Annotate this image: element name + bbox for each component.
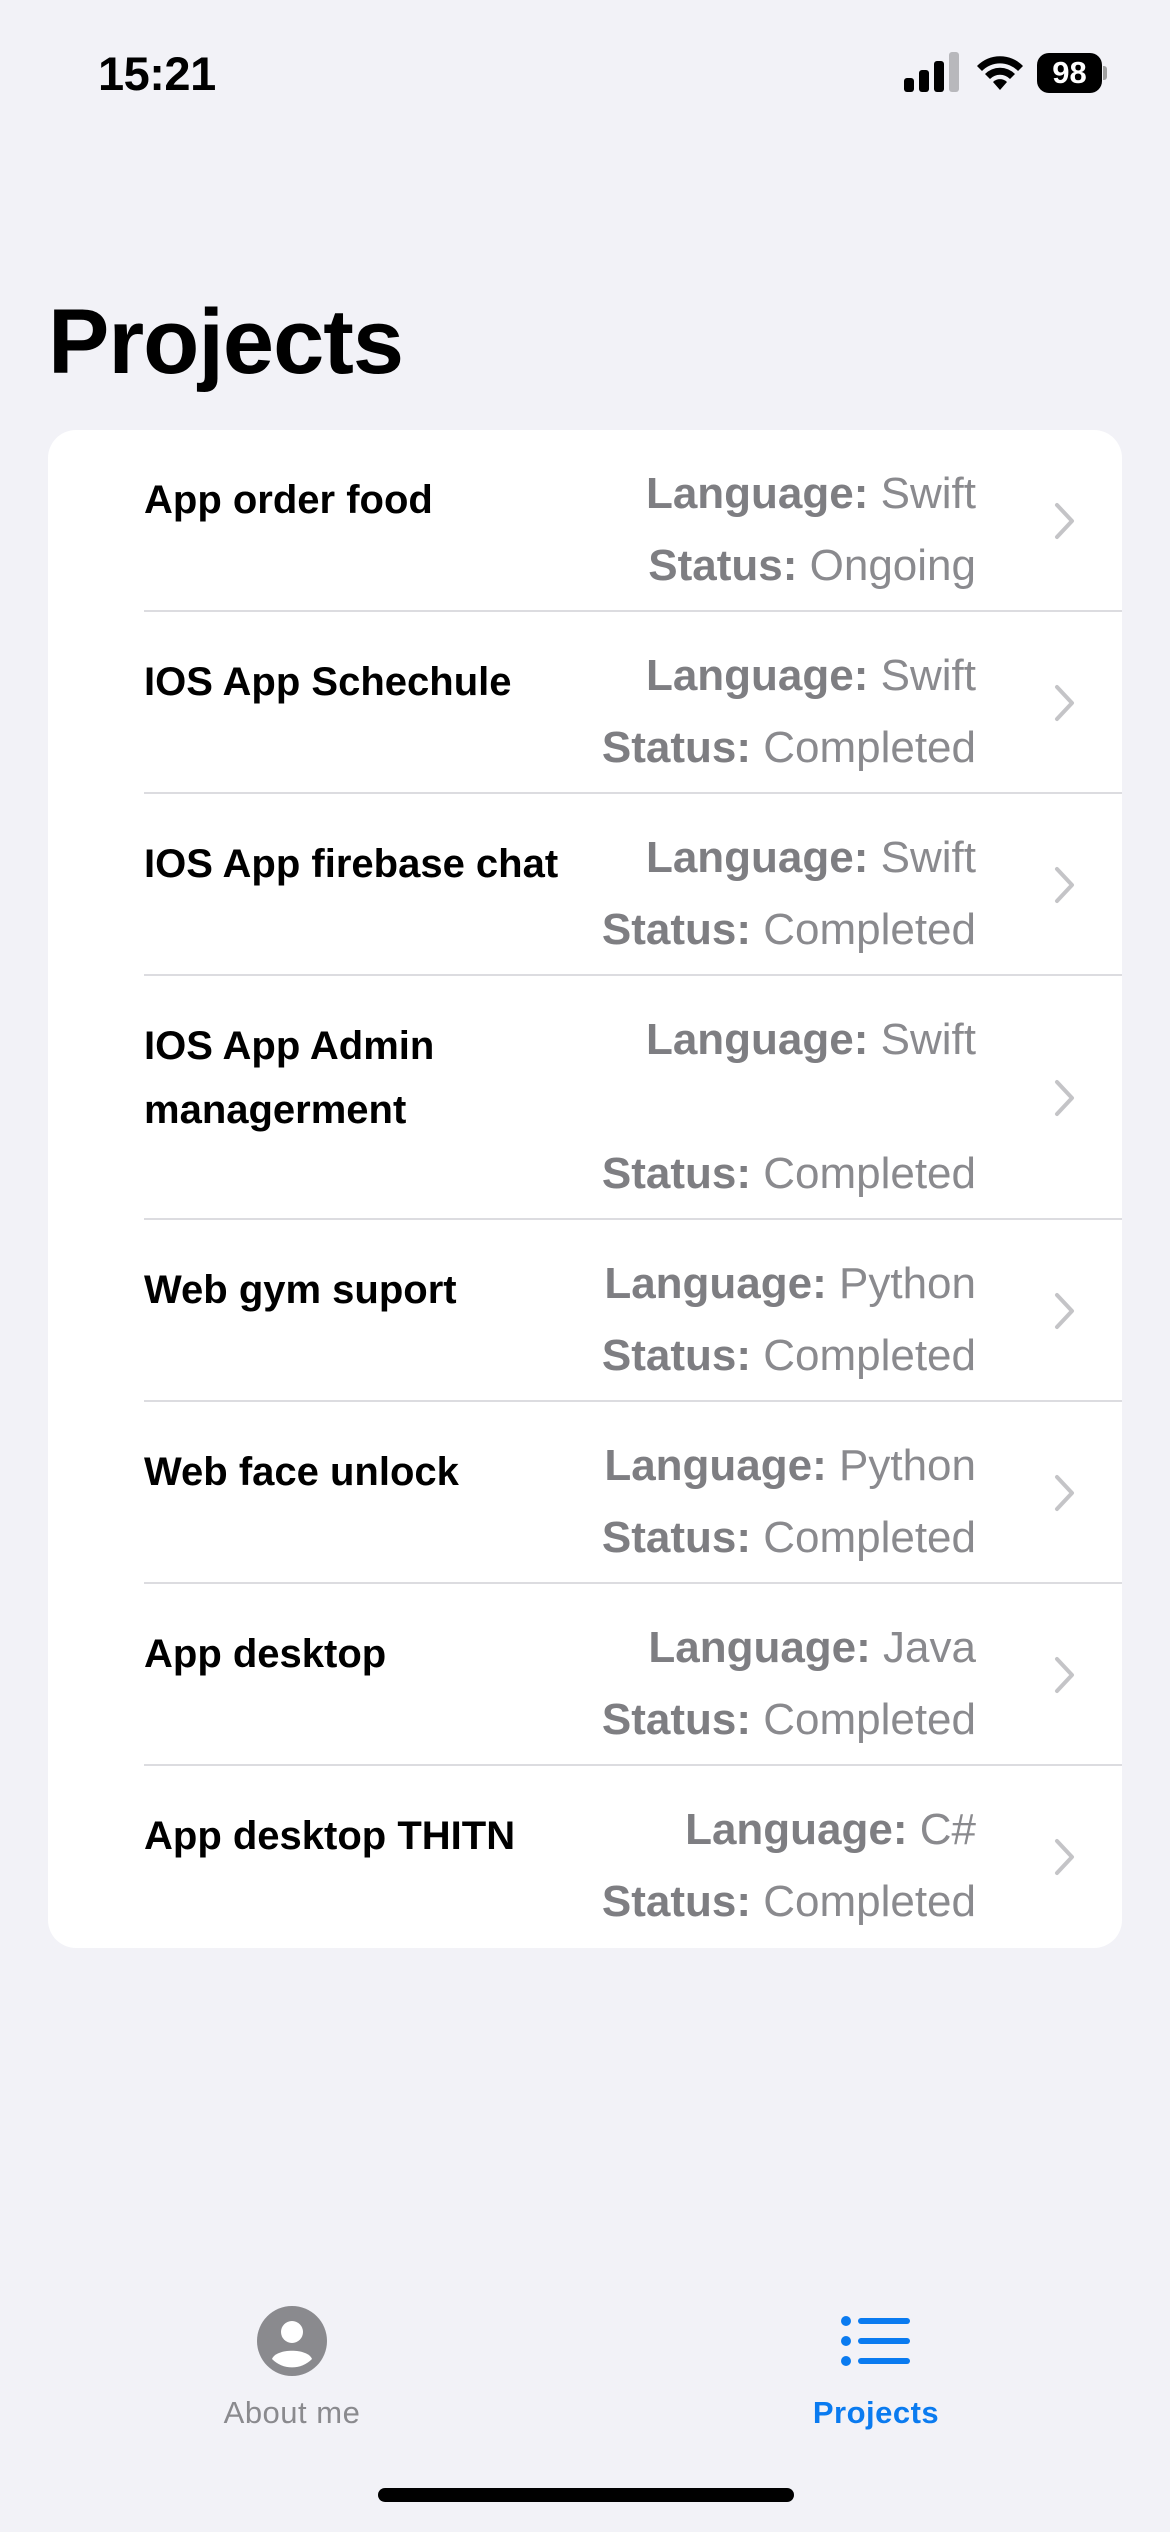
project-title: IOS App Admin managerment <box>144 1024 435 1132</box>
chevron-right-icon <box>1055 1475 1074 1511</box>
project-status: Status: Completed <box>601 723 976 772</box>
project-title: Web face unlock <box>144 1450 459 1494</box>
chevron-right-icon <box>1055 503 1074 539</box>
person-circle-icon <box>257 2306 327 2376</box>
project-status: Status: Completed <box>601 905 976 954</box>
list-item[interactable]: IOS App Admin managerment Language: Swif… <box>48 976 1122 1220</box>
chevron-right-icon <box>1055 685 1074 721</box>
project-status: Status: Completed <box>601 1877 976 1926</box>
page-title: Projects <box>48 291 404 393</box>
status-time: 15:21 <box>98 47 216 100</box>
list-item[interactable]: Web face unlock Language: Python Status:… <box>48 1402 1122 1584</box>
list-item[interactable]: IOS App firebase chat Language: Swift St… <box>48 794 1122 976</box>
list-bullet-icon <box>841 2316 910 2366</box>
list-item[interactable]: Web gym suport Language: Python Status: … <box>48 1220 1122 1402</box>
project-language: Language: Swift <box>645 1015 976 1064</box>
tab-projects[interactable]: Projects <box>726 2305 1026 2455</box>
project-language: Language: Python <box>604 1441 976 1490</box>
list-item[interactable]: App desktop Language: Java Status: Compl… <box>48 1584 1122 1766</box>
project-language: Language: Python <box>604 1259 976 1308</box>
battery-level: 98 <box>1037 53 1102 93</box>
project-status: Status: Ongoing <box>648 541 976 590</box>
tab-about-me[interactable]: About me <box>142 2305 442 2455</box>
chevron-right-icon <box>1055 1080 1074 1116</box>
home-indicator <box>378 2488 794 2502</box>
project-title: IOS App firebase chat <box>144 842 559 886</box>
project-language: Language: Swift <box>645 833 976 882</box>
chevron-right-icon <box>1055 1657 1074 1693</box>
chevron-right-icon <box>1055 1839 1074 1875</box>
tab-about-me-label: About me <box>223 2395 361 2430</box>
project-title: App order food <box>144 478 433 522</box>
project-title: IOS App Schechule <box>144 660 512 704</box>
project-language: Language: C# <box>685 1805 976 1854</box>
project-language: Language: Swift <box>645 469 976 518</box>
project-language: Language: Java <box>648 1623 976 1672</box>
wifi-icon <box>977 56 1023 90</box>
project-status: Status: Completed <box>601 1513 976 1562</box>
projects-list: App order food Language: Swift Status: O… <box>48 430 1122 1948</box>
list-item[interactable]: App desktop THITN Language: C# Status: C… <box>48 1766 1122 1948</box>
project-status: Status: Completed <box>601 1331 976 1380</box>
tab-projects-label: Projects <box>812 2395 940 2430</box>
list-item[interactable]: App order food Language: Swift Status: O… <box>48 430 1122 612</box>
project-language: Language: Swift <box>645 651 976 700</box>
project-status: Status: Completed <box>601 1695 976 1744</box>
cellular-signal-icon <box>904 52 960 92</box>
battery-icon: 98 <box>1037 53 1107 93</box>
project-title: App desktop THITN <box>144 1814 516 1858</box>
chevron-right-icon <box>1055 867 1074 903</box>
list-item[interactable]: IOS App Schechule Language: Swift Status… <box>48 612 1122 794</box>
project-title: Web gym suport <box>144 1268 457 1312</box>
project-title: App desktop <box>144 1632 387 1676</box>
status-bar: 15:21 98 <box>0 0 1170 150</box>
screen: 15:21 98 Projects App order food Languag… <box>0 0 1170 2532</box>
project-status: Status: Completed <box>601 1149 976 1198</box>
chevron-right-icon <box>1055 1293 1074 1329</box>
